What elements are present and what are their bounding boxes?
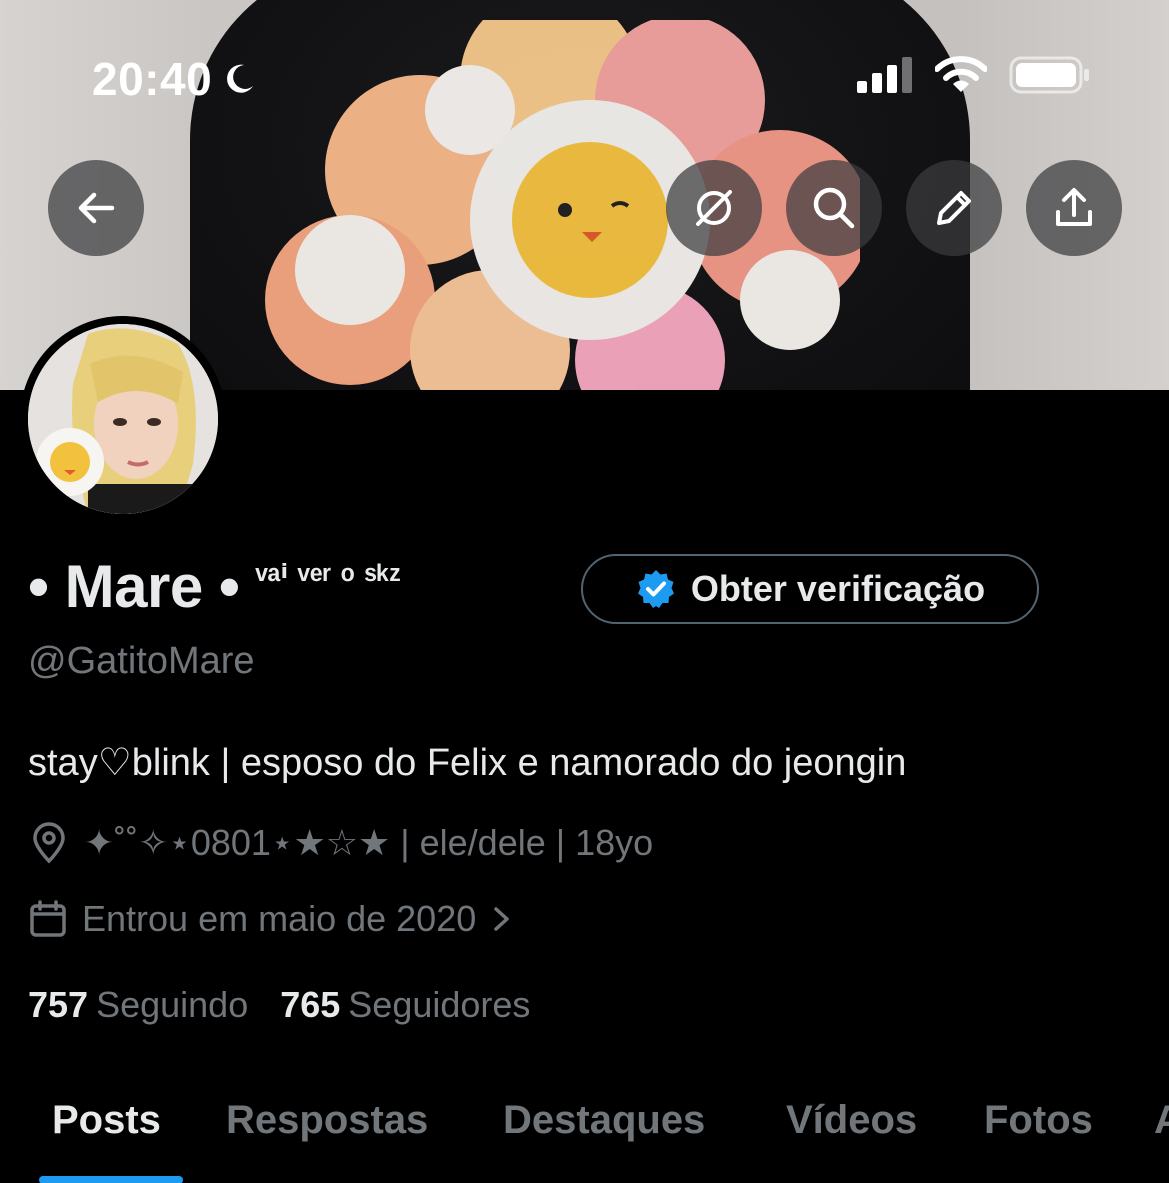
tab-articles-partial[interactable]: A [1154, 1098, 1169, 1143]
tab-videos[interactable]: Vídeos [786, 1098, 917, 1143]
avatar-illustration [28, 324, 218, 514]
tab-posts[interactable]: Posts [52, 1098, 161, 1143]
profile-tabs: Posts Respostas Destaques Vídeos Fotos A [0, 1090, 1169, 1183]
following-stat[interactable]: 757 Seguindo [28, 984, 248, 1026]
active-tab-indicator [39, 1176, 183, 1183]
moon-icon [227, 64, 254, 93]
battery-icon [1009, 56, 1089, 94]
edit-pencil-icon [937, 191, 971, 225]
display-name: • Mare • [28, 553, 240, 620]
followers-count: 765 [280, 984, 341, 1025]
banner-plush-bouquet [265, 20, 860, 390]
profile-joined-row[interactable]: Entrou em maio de 2020 [28, 898, 514, 940]
get-verified-button[interactable]: Obter verificação [581, 554, 1039, 624]
search-icon [813, 187, 855, 229]
edit-button[interactable] [906, 160, 1002, 256]
profile-handle: @GatitoMare [28, 640, 255, 682]
cellular-signal-icon [857, 57, 912, 93]
tab-respostas[interactable]: Respostas [226, 1098, 428, 1143]
tab-fotos[interactable]: Fotos [984, 1098, 1093, 1143]
back-button[interactable] [48, 160, 144, 256]
share-icon [1056, 188, 1092, 226]
follow-stats: 757 Seguindo 765 Seguidores [28, 984, 530, 1026]
chevron-right-icon [494, 907, 509, 931]
calendar-icon [30, 900, 66, 937]
display-name-suffix: ᵛᵃⁱ ᵛᵉʳ ᵒ ˢᵏᶻ [255, 559, 402, 597]
verified-badge-icon [637, 570, 674, 608]
followers-label: Seguidores [348, 984, 531, 1025]
grok-button[interactable] [666, 160, 762, 256]
share-button[interactable] [1026, 160, 1122, 256]
profile-location-text: ✦˚˚✧⋆0801⋆★☆★ | ele/dele | 18yo [84, 822, 654, 863]
avatar-photo [28, 324, 218, 514]
grok-icon [696, 190, 732, 226]
location-pin-icon [33, 822, 65, 864]
profile-location-row: ✦˚˚✧⋆0801⋆★☆★ | ele/dele | 18yo [28, 822, 653, 864]
profile-avatar[interactable] [20, 316, 226, 522]
status-indicators [857, 56, 1091, 94]
status-time-text: 20:40 [92, 53, 213, 105]
get-verified-label: Obter verificação [690, 568, 986, 609]
status-time: 20:40 [92, 52, 256, 106]
tab-destaques[interactable]: Destaques [503, 1098, 705, 1143]
profile-joined-text: Entrou em maio de 2020 [82, 898, 477, 939]
back-arrow-icon [78, 192, 115, 224]
profile-bio: stay♡blink | esposo do Felix e namorado … [28, 742, 907, 784]
following-label: Seguindo [96, 984, 249, 1025]
followers-stat[interactable]: 765 Seguidores [280, 984, 530, 1026]
wifi-icon [935, 56, 987, 92]
profile-name-row: • Mare • ᵛᵃⁱ ᵛᵉʳ ᵒ ˢᵏᶻ [28, 552, 401, 621]
search-button[interactable] [786, 160, 882, 256]
following-count: 757 [28, 984, 89, 1025]
